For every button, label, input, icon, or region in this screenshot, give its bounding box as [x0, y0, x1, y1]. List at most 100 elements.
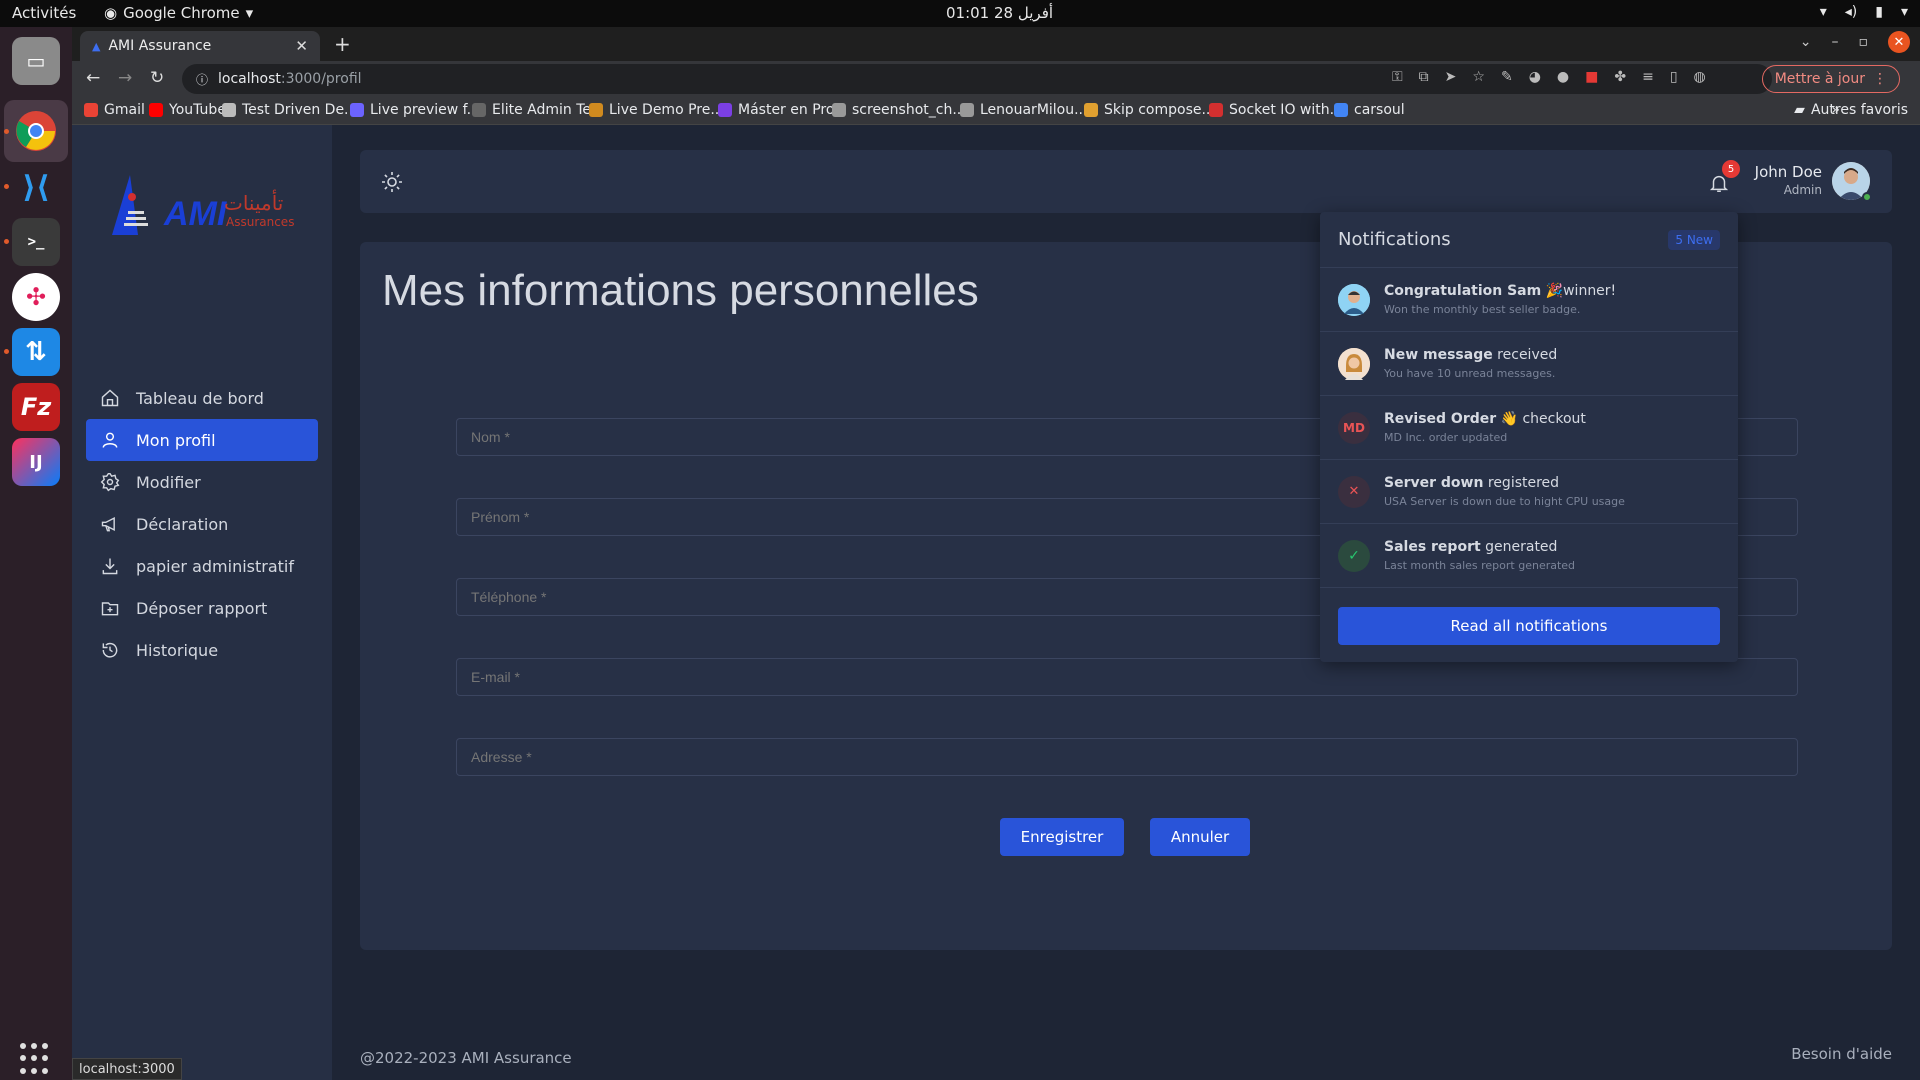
show-apps-icon[interactable] — [20, 1043, 52, 1075]
terminal-app-icon[interactable]: >_ — [12, 218, 60, 266]
extensions-puzzle-icon[interactable]: ✤ — [1614, 69, 1626, 85]
kebab-menu-icon: ⋮ — [1873, 71, 1887, 87]
bookmark-item[interactable]: Skip compose... — [1084, 102, 1215, 118]
chevron-down-icon: ▾ — [1900, 4, 1908, 20]
read-all-notifications-button[interactable]: Read all notifications — [1338, 607, 1720, 645]
filezilla-app-icon[interactable]: Fz — [12, 383, 60, 431]
bookmark-item[interactable]: Máster en Pro... — [718, 102, 848, 118]
app-menu[interactable]: ◉ Google Chrome ▾ — [104, 4, 253, 22]
update-button[interactable]: Mettre à jour ⋮ — [1761, 65, 1900, 93]
other-bookmarks-folder[interactable]: ▰ Autres favoris — [1794, 102, 1908, 118]
files-app-icon[interactable]: ▭ — [12, 37, 60, 85]
bookmark-item[interactable]: Live preview f... — [350, 102, 480, 118]
sidebar-item-mon-profil[interactable]: Mon profil — [86, 419, 318, 461]
key-icon[interactable]: ⚿ — [1392, 69, 1403, 85]
footer-copyright: @2022-2023 AMI Assurance — [360, 1049, 572, 1067]
running-indicator — [4, 184, 9, 189]
site-info-icon[interactable]: ⓘ — [196, 71, 208, 88]
bookmark-favicon-icon — [832, 103, 846, 117]
bookmark-label: screenshot_ch... — [852, 102, 966, 118]
user-name: John Doe — [1754, 163, 1822, 181]
sidebar-item-label: papier administratif — [136, 556, 294, 576]
clock[interactable]: أفريل 28 01:01 — [946, 4, 1053, 22]
browser-tab[interactable]: ▲ AMI Assurance ✕ — [80, 31, 320, 61]
adresse-field[interactable] — [456, 738, 1798, 776]
md-initials-icon: MD — [1338, 411, 1370, 444]
user-role: Admin — [1783, 183, 1822, 197]
star-icon[interactable]: ☆ — [1472, 69, 1485, 85]
forward-icon[interactable]: → — [118, 68, 132, 88]
sidebar-item-papier-administratif[interactable]: papier administratif — [86, 545, 318, 587]
bookmark-item[interactable]: Test Driven De... — [222, 102, 357, 118]
send-icon[interactable]: ➤ — [1445, 69, 1457, 85]
help-link[interactable]: Besoin d'aide — [1791, 1045, 1892, 1063]
activities-button[interactable]: Activités — [12, 4, 76, 22]
bookmark-item[interactable]: screenshot_ch... — [832, 102, 966, 118]
logo-sub: Assurances — [226, 215, 295, 229]
extension-color-icon[interactable]: ◕ — [1529, 69, 1541, 85]
bookmark-favicon-icon — [350, 103, 364, 117]
extension-circle-icon[interactable]: ● — [1557, 69, 1569, 85]
bookmark-favicon-icon — [84, 103, 98, 117]
notification-title-rest: received — [1492, 347, 1558, 363]
back-icon[interactable]: ← — [86, 68, 100, 88]
gear-icon — [100, 472, 120, 492]
cancel-button[interactable]: Annuler — [1150, 818, 1250, 856]
volume-icon: ◂) — [1844, 4, 1858, 20]
new-tab-button[interactable]: + — [334, 32, 351, 56]
sidebar-item-modifier[interactable]: Modifier — [86, 461, 318, 503]
sidebar-item-declaration[interactable]: Déclaration — [86, 503, 318, 545]
extension-red-icon[interactable]: ■ — [1585, 69, 1598, 85]
media-icon[interactable]: ≡ — [1642, 69, 1654, 85]
tab-search-icon[interactable]: ⌄ — [1800, 34, 1812, 50]
notification-title-bold: New message — [1384, 347, 1493, 363]
bookmark-favicon-icon — [222, 103, 236, 117]
restore-icon[interactable]: ▫ — [1859, 34, 1869, 50]
theme-toggle-sun-icon[interactable] — [380, 170, 404, 194]
notification-item[interactable]: ✕ Server down registered USA Server is d… — [1320, 460, 1738, 524]
notification-subtitle: USA Server is down due to hight CPU usag… — [1384, 495, 1625, 508]
update-label: Mettre à jour — [1774, 71, 1865, 87]
notification-item[interactable]: New message received You have 10 unread … — [1320, 332, 1738, 396]
notification-item[interactable]: ✓ Sales report generated Last month sale… — [1320, 524, 1738, 588]
sidebar-item-historique[interactable]: Historique — [86, 629, 318, 671]
vscode-app-icon[interactable]: ⟩⟨ — [12, 163, 60, 211]
close-window-icon[interactable]: ✕ — [1888, 31, 1910, 53]
bookmark-item[interactable]: Live Demo Pre... — [589, 102, 724, 118]
notifications-header: Notifications 5 New — [1320, 212, 1738, 268]
email-field[interactable] — [456, 658, 1798, 696]
system-tray[interactable]: ▾ ◂) ▮ ▾ — [1820, 4, 1908, 20]
profile-icon[interactable]: ◍ — [1694, 69, 1706, 85]
new-count-badge: 5 New — [1668, 229, 1720, 250]
slack-app-icon[interactable]: ✣ — [12, 273, 60, 321]
chrome-app-icon[interactable] — [12, 107, 60, 155]
sidebar-item-tableau-de-bord[interactable]: Tableau de bord — [86, 377, 318, 419]
save-button[interactable]: Enregistrer — [1000, 818, 1124, 856]
bookmark-item[interactable]: Elite Admin Te... — [472, 102, 604, 118]
bookmark-item[interactable]: carsoul — [1334, 102, 1405, 118]
intellij-app-icon[interactable]: IJ — [12, 438, 60, 486]
running-indicator — [4, 129, 9, 134]
notification-item[interactable]: Congratulation Sam 🎉winner! Won the mont… — [1320, 268, 1738, 332]
bookmark-favicon-icon — [589, 103, 603, 117]
bookmark-item[interactable]: Socket IO with... — [1209, 102, 1343, 118]
bookmark-item[interactable]: YouTube — [149, 102, 226, 118]
user-info[interactable]: John Doe Admin — [1750, 163, 1822, 197]
close-tab-icon[interactable]: ✕ — [295, 37, 308, 55]
reload-icon[interactable]: ↻ — [150, 68, 164, 88]
extension-pen-icon[interactable]: ✎ — [1501, 69, 1513, 85]
ami-logo[interactable]: AMI تأمينات Assurances — [102, 165, 295, 245]
bookmark-item[interactable]: Gmail — [84, 102, 145, 118]
notification-item[interactable]: MD Revised Order 👋 checkout MD Inc. orde… — [1320, 396, 1738, 460]
bookmark-label: Test Driven De... — [242, 102, 358, 118]
bookmark-item[interactable]: LenouarMilou... — [960, 102, 1087, 118]
home-icon — [101, 389, 119, 407]
notification-title-rest: 🎉winner! — [1541, 283, 1617, 299]
translate-icon[interactable]: ⧉ — [1419, 69, 1429, 85]
side-panel-icon[interactable]: ▯ — [1670, 69, 1678, 85]
updater-app-icon[interactable]: ⇅ — [12, 328, 60, 376]
minimize-icon[interactable]: – — [1832, 34, 1839, 50]
chevron-down-icon: ▾ — [245, 4, 254, 22]
sidebar-item-deposer-rapport[interactable]: Déposer rapport — [86, 587, 318, 629]
notification-title-bold: Server down — [1384, 475, 1484, 491]
